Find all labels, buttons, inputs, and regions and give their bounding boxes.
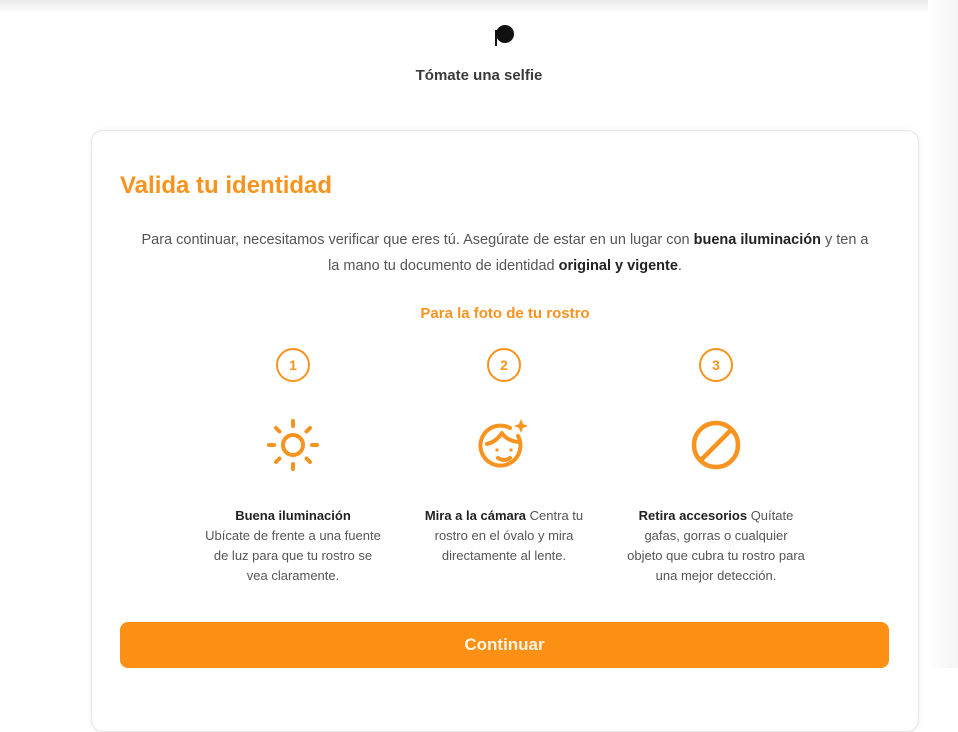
intro-bold-lighting: buena iluminación [693, 232, 821, 248]
intro-text-part: Para continuar, necesitamos verificar qu… [141, 232, 694, 248]
intro-text: Para continuar, necesitamos verificar qu… [140, 227, 870, 279]
card-title: Valida tu identidad [120, 172, 333, 199]
step-number-badge: 1 [276, 348, 310, 382]
face-sparkle-icon [478, 419, 528, 468]
page-title: Tómate una selfie [415, 67, 543, 84]
step-body: Ubícate de frente a una fuente de luz pa… [205, 528, 381, 583]
top-shadow [0, 0, 958, 14]
step-camera: 2 Mira a la cámara Centra tu rostro en e… [394, 348, 614, 566]
step-accessories: 3 Retira accesorios Quítate gafas, gorra… [606, 348, 826, 586]
step-title: Buena iluminación [235, 508, 351, 523]
continue-button[interactable]: Continuar [120, 622, 889, 668]
step-marker-icon [495, 25, 514, 46]
intro-text-part: . [677, 258, 682, 274]
step-lighting: 1 Buena iluminación Ubícate de frente a u… [183, 348, 403, 586]
step-number-badge: 3 [699, 348, 733, 382]
step-title: Retira accesorios [638, 508, 748, 523]
sun-icon [267, 419, 319, 471]
prohibited-icon [691, 420, 741, 470]
step-description: Retira accesorios Quítate gafas, gorras … [626, 506, 806, 586]
step-number-badge: 2 [487, 348, 521, 382]
step-description: Buena iluminación Ubícate de frente a una… [203, 506, 383, 586]
intro-bold-document: original y vigente [558, 258, 678, 274]
step-description: Mira a la cámara Centra tu rostro en el … [414, 506, 594, 566]
step-title: Mira a la cámara [424, 508, 527, 523]
right-edge-shadow [928, 0, 958, 668]
section-subtitle: Para la foto de tu rostro [420, 305, 590, 322]
